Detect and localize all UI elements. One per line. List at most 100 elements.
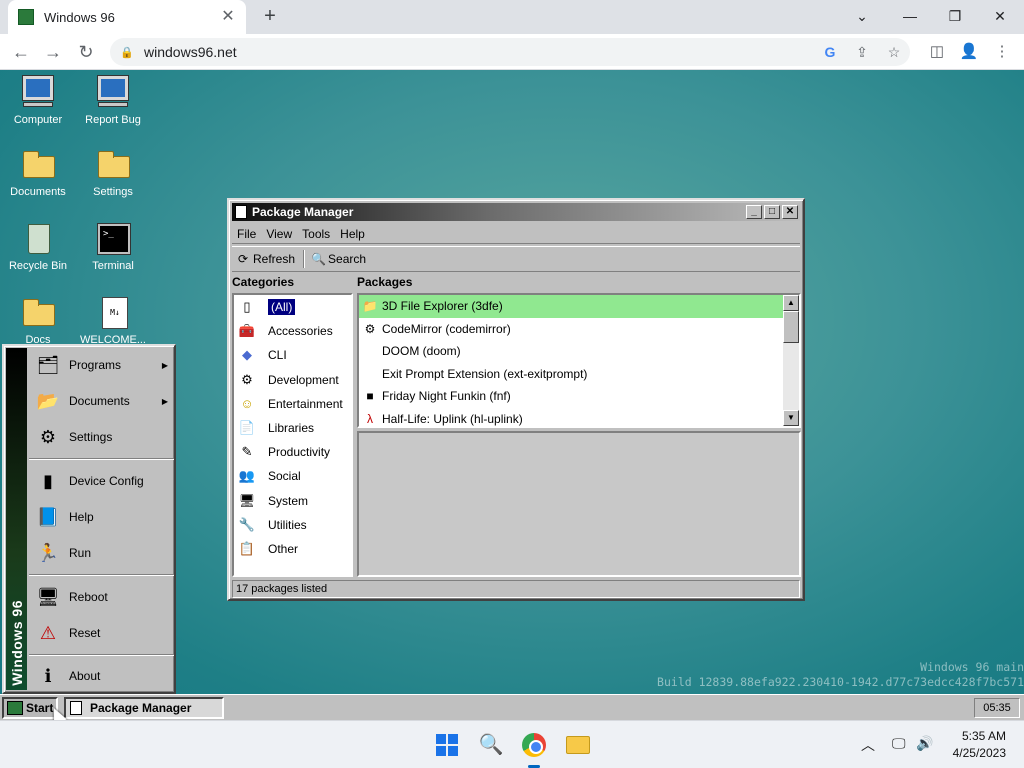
settings-icon: ⚙	[39, 427, 57, 447]
google-icon[interactable]: G	[814, 44, 846, 60]
volume-icon[interactable]: 🔊	[916, 735, 933, 752]
windows96-logo-icon	[7, 701, 23, 715]
tab-close-icon[interactable]: ✕	[220, 9, 236, 25]
window-title: Package Manager	[252, 205, 354, 219]
back-arrow-icon[interactable]: ←	[8, 39, 34, 65]
category-entertainment[interactable]: ☺ Entertainment	[234, 392, 351, 416]
category-cli[interactable]: ◆ CLI	[234, 343, 351, 367]
minimize-button[interactable]: _	[746, 205, 762, 219]
start-item-reset[interactable]: ⚠ Reset	[29, 616, 174, 650]
desktop-icon-terminal[interactable]: >_ Terminal	[75, 222, 151, 272]
category-system[interactable]: 🖥 System	[234, 489, 351, 513]
programs-icon: 🗂	[36, 355, 60, 375]
package-item[interactable]: λ Half-Life: Uplink (hl-uplink)	[359, 408, 785, 431]
category-accessories[interactable]: 🧰 Accessories	[234, 319, 351, 343]
maximize-button[interactable]: □	[764, 205, 780, 219]
category-other[interactable]: 📋 Other	[234, 537, 351, 561]
url-text[interactable]: windows96.net	[144, 44, 814, 60]
package-item[interactable]: Exit Prompt Extension (ext-exitprompt)	[359, 363, 785, 386]
new-tab-button[interactable]: +	[258, 4, 282, 28]
package-label: 3D File Explorer (3dfe)	[382, 299, 503, 314]
windows-start-icon[interactable]	[431, 729, 463, 761]
start-item-reboot[interactable]: 🖥 Reboot	[29, 580, 174, 614]
category-development[interactable]: ⚙ Development	[234, 368, 351, 392]
category-libraries[interactable]: 📄 Libraries	[234, 416, 351, 440]
os-clock[interactable]: 5:35 AM 4/25/2023	[936, 728, 1006, 762]
start-item-documents[interactable]: 📂 Documents ▶	[29, 384, 174, 418]
scroll-down-arrow-icon[interactable]: ▼	[783, 410, 799, 426]
menu-view[interactable]: View	[261, 224, 297, 243]
category-label: (All)	[268, 299, 296, 316]
window-minimize-button[interactable]: —	[888, 0, 932, 32]
category-label: Accessories	[268, 324, 333, 339]
category-social[interactable]: 👥 Social	[234, 464, 351, 488]
menu-tools[interactable]: Tools	[297, 224, 335, 243]
packages-list[interactable]: 📁 3D File Explorer (3dfe) ⚙ CodeMirror (co…	[357, 293, 801, 428]
categories-list[interactable]: ▯ (All) 🧰 Accessories ◆ CLI ⚙ Development ☺ E…	[232, 293, 353, 577]
start-item-programs[interactable]: 🗂 Programs ▶	[29, 348, 174, 382]
category-utilities[interactable]: 🔧 Utilities	[234, 513, 351, 537]
taskbar-package-manager[interactable]: Package Manager	[64, 697, 224, 719]
window-close-button[interactable]: ✕	[978, 0, 1022, 32]
url-input[interactable]: 🔒 windows96.net G ⇪ ☆	[110, 38, 910, 66]
package-manager-window[interactable]: Package Manager _ □ ✕ File View Tools He…	[227, 198, 805, 601]
chrome-icon[interactable]	[518, 729, 550, 761]
reload-icon[interactable]: ↻	[73, 39, 99, 65]
package-label: Half-Life: Uplink (hl-uplink)	[382, 411, 523, 426]
package-label: DOOM (doom)	[382, 344, 461, 359]
menu-file[interactable]: File	[232, 224, 261, 243]
start-item-help[interactable]: 📘 Help	[29, 500, 174, 534]
start-item-settings[interactable]: ⚙ Settings	[29, 420, 174, 454]
share-icon[interactable]: ⇪	[846, 44, 878, 61]
bookmark-star-icon[interactable]: ☆	[878, 44, 910, 61]
refresh-button[interactable]: ⟳ Refresh	[232, 250, 299, 268]
desktop-icon-welcome[interactable]: M↓ WELCOME...	[75, 296, 151, 346]
start-item-label: Help	[69, 510, 94, 524]
forward-arrow-icon[interactable]: →	[40, 39, 66, 65]
start-item-run[interactable]: 🏃 Run	[29, 536, 174, 570]
packages-scrollbar[interactable]: ▲ ▼	[783, 295, 799, 426]
search-icon[interactable]: 🔍	[475, 729, 507, 761]
desktop-icon-recycle-bin[interactable]: Recycle Bin	[0, 222, 76, 272]
desktop-icon-label: Terminal	[92, 260, 134, 272]
package-item[interactable]: DOOM (doom)	[359, 340, 785, 363]
lock-icon[interactable]: 🔒	[120, 46, 134, 59]
desktop-icon-computer[interactable]: Computer	[0, 74, 76, 126]
start-menu-divider	[29, 574, 174, 576]
profile-icon[interactable]: 👤	[957, 40, 981, 64]
close-button[interactable]: ✕	[782, 205, 798, 219]
scroll-thumb[interactable]	[783, 311, 799, 343]
scroll-up-arrow-icon[interactable]: ▲	[783, 295, 799, 311]
search-button[interactable]: 🔍 Search	[307, 250, 370, 268]
start-item-device-config[interactable]: ▮ Device Config	[29, 464, 174, 498]
browser-menu-icon[interactable]: ⋮	[990, 40, 1014, 64]
browser-tab[interactable]: Windows 96 ✕	[8, 0, 246, 34]
desktop-icon-report-bug[interactable]: Report Bug	[75, 74, 151, 126]
window-restore-button[interactable]: ❐	[933, 0, 977, 32]
package-item[interactable]: ■ Friday Night Funkin (fnf)	[359, 385, 785, 408]
w96-taskbar: Start Package Manager 05:35	[0, 694, 1024, 720]
desktop-icon-label: Documents	[10, 186, 66, 198]
menu-help[interactable]: Help	[335, 224, 370, 243]
side-panel-icon[interactable]: ◫	[925, 40, 949, 64]
tray-overflow-chevron-icon[interactable]: ︿	[861, 735, 875, 755]
tools-icon: 🔧	[238, 516, 256, 532]
submenu-arrow-icon: ▶	[161, 360, 168, 370]
category-all[interactable]: ▯ (All)	[234, 295, 351, 319]
package-label: Exit Prompt Extension (ext-exitprompt)	[382, 366, 588, 381]
display-icon[interactable]: 🖵	[892, 735, 906, 752]
desktop-icon-docs[interactable]: Docs	[0, 296, 76, 346]
start-item-about[interactable]: ℹ About	[29, 659, 174, 693]
desktop-icon-settings[interactable]: Settings	[75, 148, 151, 198]
category-productivity[interactable]: ✎ Productivity	[234, 440, 351, 464]
file-explorer-icon[interactable]	[562, 729, 594, 761]
w96-clock[interactable]: 05:35	[974, 698, 1020, 718]
package-item[interactable]: 📁 3D File Explorer (3dfe)	[359, 295, 785, 318]
tab-search-dropdown-icon[interactable]: ⌄	[840, 0, 884, 32]
desktop-icon-documents[interactable]: Documents	[0, 148, 76, 198]
category-label: Development	[268, 372, 339, 387]
package-item[interactable]: ⚙ CodeMirror (codemirror)	[359, 318, 785, 341]
start-item-label: Run	[69, 546, 92, 560]
window-titlebar[interactable]: Package Manager _ □ ✕	[232, 203, 800, 221]
start-menu[interactable]: Windows 96 🗂 Programs ▶ 📂 Documents ▶ ⚙ Setti…	[2, 344, 176, 694]
